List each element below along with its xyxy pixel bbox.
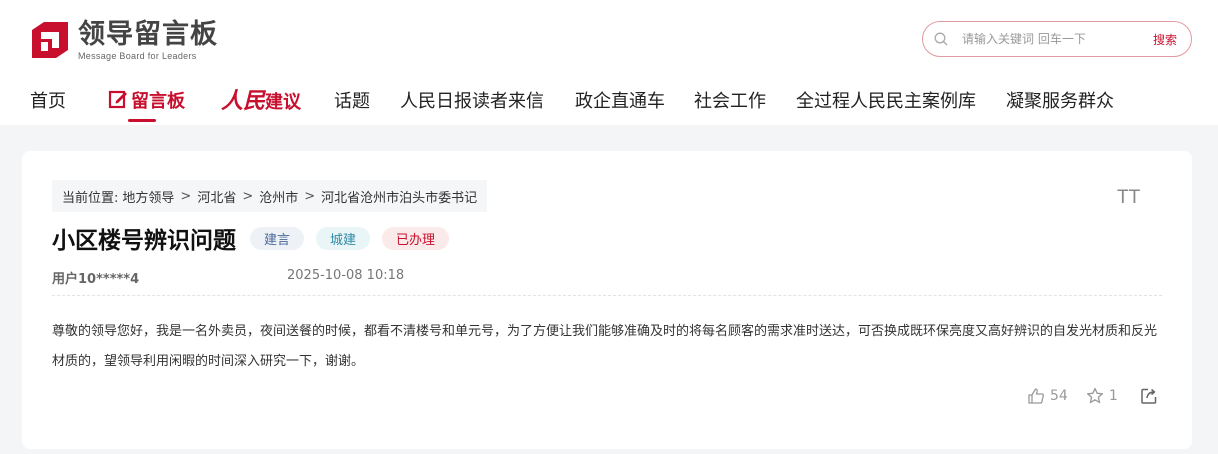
post-date: 2025-10-08 10:18 — [287, 268, 405, 283]
share-button[interactable] — [1140, 387, 1163, 405]
breadcrumb-item[interactable]: 河北省沧州市泊头市委书记 — [321, 187, 477, 206]
title-row: 小区楼号辨识问题 建言 城建 已办理 — [52, 221, 450, 255]
nav-item-home[interactable]: 首页 — [30, 87, 66, 113]
breadcrumb-prefix: 当前位置: — [62, 190, 119, 206]
message-content: 尊敬的领导您好，我是一名外卖员，夜间送餐的时候，都看不清楼号和单元号，为了方便让… — [52, 324, 1158, 369]
search-button[interactable]: 搜索 — [1153, 31, 1177, 48]
thumbs-up-icon — [1028, 388, 1044, 404]
logo-title: 领导留言板 — [78, 19, 218, 50]
font-size-toggle-icon[interactable]: TT — [1117, 187, 1140, 209]
search-icon — [934, 32, 948, 46]
nav-item-readers-letters[interactable]: 人民日报读者来信 — [400, 87, 544, 113]
nav-item-serve-masses[interactable]: 凝聚服务群众 — [1006, 87, 1114, 113]
author-name: 用户10*****4 — [52, 272, 140, 287]
search-box: 搜索 — [922, 21, 1192, 57]
people-suggestion-label: 建议 — [265, 92, 302, 113]
breadcrumb-item[interactable]: 地方领导 — [122, 187, 174, 206]
site-header: 领导留言板 Message Board for Leaders 搜索 首页 留言… — [0, 0, 1218, 125]
breadcrumb-item[interactable]: 河北省 — [197, 187, 236, 206]
tag-urban-construction: 城建 — [316, 226, 371, 250]
nav-item-people-suggestion[interactable]: 人民建议 — [221, 83, 301, 115]
nav-item-social-work[interactable]: 社会工作 — [694, 87, 766, 113]
status-badge: 已办理 — [382, 226, 450, 250]
search-input[interactable] — [962, 32, 1132, 46]
like-button[interactable]: 54 — [1027, 387, 1068, 405]
breadcrumb: 当前位置: 地方领导 > 河北省 > 沧州市 > 河北省沧州市泊头市委书记 — [52, 180, 488, 212]
nav-item-message-board-label: 留言板 — [131, 91, 185, 112]
favorite-button[interactable]: 1 — [1086, 387, 1118, 405]
logo-mark-icon — [30, 20, 70, 60]
breadcrumb-separator: > — [304, 188, 316, 204]
message-card: 当前位置: 地方领导 > 河北省 > 沧州市 > 河北省沧州市泊头市委书记 TT… — [22, 151, 1192, 449]
star-icon — [1086, 387, 1103, 404]
edit-icon — [108, 90, 127, 109]
favorite-count: 1 — [1108, 388, 1118, 404]
nav-active-indicator — [128, 119, 156, 122]
people-suggestion-brand: 人民 — [221, 88, 266, 114]
main-nav: 首页 留言板 人民建议 话题 人民日报读者来信 政企直通车 社会工作 全过程人民… — [0, 84, 1218, 125]
like-count: 54 — [1050, 388, 1068, 404]
nav-item-gov-business[interactable]: 政企直通车 — [575, 87, 665, 113]
action-bar: 54 1 — [1027, 387, 1163, 405]
breadcrumb-item[interactable]: 沧州市 — [259, 187, 298, 206]
nav-item-topics[interactable]: 话题 — [334, 87, 370, 113]
nav-item-democracy-cases[interactable]: 全过程人民民主案例库 — [796, 87, 976, 113]
share-icon — [1141, 388, 1156, 404]
breadcrumb-separator: > — [242, 188, 254, 204]
page-title: 小区楼号辨识问题 — [52, 228, 236, 254]
nav-item-message-board[interactable]: 留言板 — [108, 87, 185, 113]
divider — [52, 295, 1162, 296]
breadcrumb-separator: > — [180, 188, 192, 204]
tag-suggestion: 建言 — [250, 226, 305, 250]
logo-subtitle: Message Board for Leaders — [78, 51, 197, 61]
site-logo[interactable]: 领导留言板 Message Board for Leaders — [30, 20, 218, 61]
